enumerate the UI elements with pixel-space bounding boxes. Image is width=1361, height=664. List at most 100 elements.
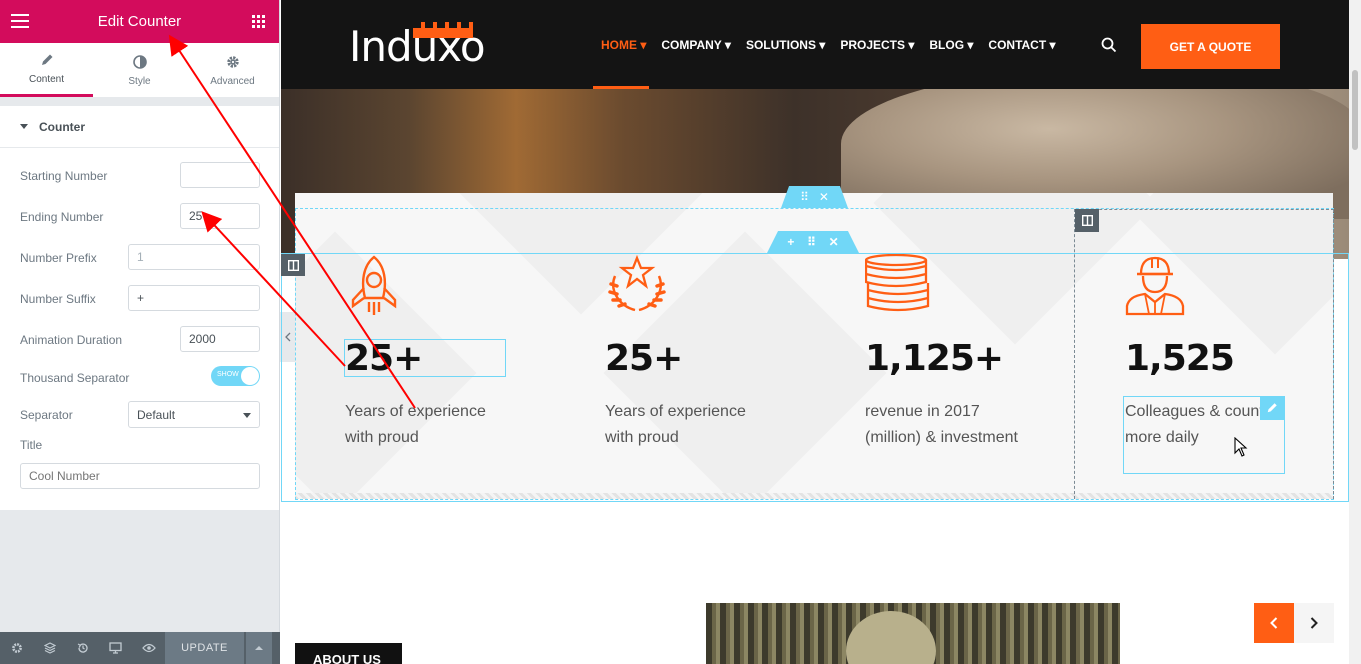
nav-contact[interactable]: CONTACT ▾	[988, 38, 1055, 52]
add-icon[interactable]: +	[787, 235, 794, 249]
counter-title: Years of experience with proud	[605, 403, 746, 446]
edit-widget-button[interactable]	[1260, 396, 1284, 420]
control-title: Title	[0, 432, 279, 496]
counter-title: revenue in 2017 (million) & investment	[865, 403, 1018, 446]
counter-controls: Starting Number Ending Number Number Pre…	[0, 148, 279, 510]
hamburger-menu-icon[interactable]	[11, 14, 29, 28]
counter-widget[interactable]: 25+ Years of experience with proud	[605, 254, 845, 451]
about-image	[706, 603, 1120, 664]
panel-header: Edit Counter	[0, 0, 279, 43]
nav-blog[interactable]: BLOG ▾	[929, 38, 973, 52]
ending-number-label: Ending Number	[20, 210, 104, 224]
control-starting-number: Starting Number	[0, 148, 279, 189]
ending-number-input[interactable]	[180, 203, 260, 229]
rocket-icon	[345, 254, 585, 316]
counter-title: Years of experience with proud	[345, 403, 486, 446]
gear-icon	[226, 54, 240, 70]
tab-style[interactable]: Style	[93, 43, 186, 97]
preview-eye-icon[interactable]	[132, 632, 165, 664]
nav-solutions[interactable]: SOLUTIONS ▾	[746, 38, 825, 52]
section-counter-toggle[interactable]: Counter	[0, 106, 279, 148]
panel-footer: UPDATE	[0, 632, 280, 664]
chevron-up-icon	[255, 646, 263, 650]
control-number-suffix: Number Suffix	[0, 271, 279, 312]
control-number-prefix: Number Prefix	[0, 230, 279, 271]
separator-select[interactable]: Default	[128, 401, 260, 428]
worker-icon	[1125, 254, 1361, 316]
selected-number-outline	[344, 339, 506, 377]
section-title: Counter	[39, 119, 85, 134]
toggle-knob	[241, 367, 259, 385]
about-us-label: ABOUT US	[295, 643, 402, 664]
number-suffix-input[interactable]	[128, 285, 260, 311]
caret-down-icon	[20, 124, 28, 129]
factory-logo-icon	[413, 22, 473, 38]
nav-company[interactable]: COMPANY ▾	[661, 38, 731, 52]
settings-gear-icon[interactable]	[0, 632, 33, 664]
section-handle[interactable]: ⠿ ✕	[781, 186, 848, 208]
starting-number-input[interactable]	[180, 162, 260, 188]
slider-next-button[interactable]	[1294, 603, 1334, 643]
control-animation-duration: Animation Duration	[0, 312, 279, 353]
update-options-button[interactable]	[246, 632, 272, 664]
column-handle-icon[interactable]	[1075, 209, 1099, 232]
separator-selected-value: Default	[137, 408, 176, 422]
history-icon[interactable]	[66, 632, 99, 664]
search-icon[interactable]	[1101, 37, 1117, 58]
drag-handle-icon[interactable]: ⠿	[807, 235, 816, 249]
about-image-figure	[846, 611, 936, 664]
title-input[interactable]	[20, 463, 260, 489]
inner-section-handle[interactable]: + ⠿ ✕	[767, 231, 859, 253]
counter-widget[interactable]: 1,125+ revenue in 2017 (million) & inves…	[864, 253, 1105, 451]
number-prefix-input[interactable]	[128, 244, 260, 270]
tab-advanced-label: Advanced	[210, 75, 255, 87]
chevron-left-icon	[1270, 617, 1278, 629]
widgets-grid-icon[interactable]	[252, 15, 265, 28]
panel-tabs: Content Style Advanced	[0, 43, 279, 98]
main-nav: HOME ▾ COMPANY ▾ SOLUTIONS ▾ PROJECTS ▾ …	[601, 38, 1071, 52]
mouse-cursor-icon	[1234, 437, 1248, 457]
control-thousand-separator: Thousand Separator SHOW	[0, 353, 279, 391]
counter-number: 1,525	[1125, 338, 1235, 379]
tab-content-label: Content	[28, 74, 65, 85]
scrollbar-thumb[interactable]	[1352, 70, 1358, 150]
editor-panel: Edit Counter Content Style Advanced Coun…	[0, 0, 280, 664]
half-circle-icon	[132, 54, 147, 70]
navigator-layers-icon[interactable]	[33, 632, 66, 664]
pencil-icon	[40, 52, 54, 68]
animation-duration-input[interactable]	[180, 326, 260, 352]
number-prefix-label: Number Prefix	[20, 251, 97, 265]
separator-label: Separator	[20, 408, 73, 422]
update-button[interactable]: UPDATE	[165, 632, 244, 664]
coins-icon	[864, 253, 1105, 316]
starting-number-label: Starting Number	[20, 169, 108, 183]
site-header: Induxo HOME ▾ COMPANY ▾ SOLUTIONS ▾ PROJ…	[281, 0, 1349, 89]
toggle-text: SHOW	[217, 371, 239, 378]
close-icon[interactable]: ✕	[819, 190, 829, 204]
nav-projects[interactable]: PROJECTS ▾	[840, 38, 914, 52]
thousand-separator-toggle[interactable]: SHOW	[211, 366, 260, 386]
close-icon[interactable]: ✕	[829, 235, 839, 249]
counter-number: 1,125+	[865, 338, 1004, 379]
panel-title: Edit Counter	[97, 13, 182, 30]
get-a-quote-button[interactable]: GET A QUOTE	[1141, 24, 1280, 69]
tab-content[interactable]: Content	[0, 43, 93, 97]
page-scrollbar[interactable]	[1349, 0, 1361, 664]
drag-handle-icon[interactable]: ⠿	[800, 190, 809, 204]
number-suffix-label: Number Suffix	[20, 292, 96, 306]
slider-prev-button[interactable]	[1254, 603, 1294, 643]
nav-home[interactable]: HOME ▾	[601, 38, 646, 52]
animation-duration-label: Animation Duration	[20, 333, 123, 347]
pencil-icon	[1267, 403, 1277, 413]
chevron-right-icon	[1310, 617, 1318, 629]
tab-advanced[interactable]: Advanced	[186, 43, 279, 97]
counter-number: 25+	[605, 338, 683, 379]
control-separator: Separator Default	[0, 391, 279, 432]
control-ending-number: Ending Number	[0, 189, 279, 230]
star-laurel-icon	[605, 254, 845, 316]
title-label: Title	[20, 438, 43, 452]
tab-style-label: Style	[128, 75, 151, 87]
thousand-separator-label: Thousand Separator	[20, 371, 130, 385]
responsive-desktop-icon[interactable]	[99, 632, 132, 664]
column-handle-icon[interactable]	[281, 254, 305, 276]
